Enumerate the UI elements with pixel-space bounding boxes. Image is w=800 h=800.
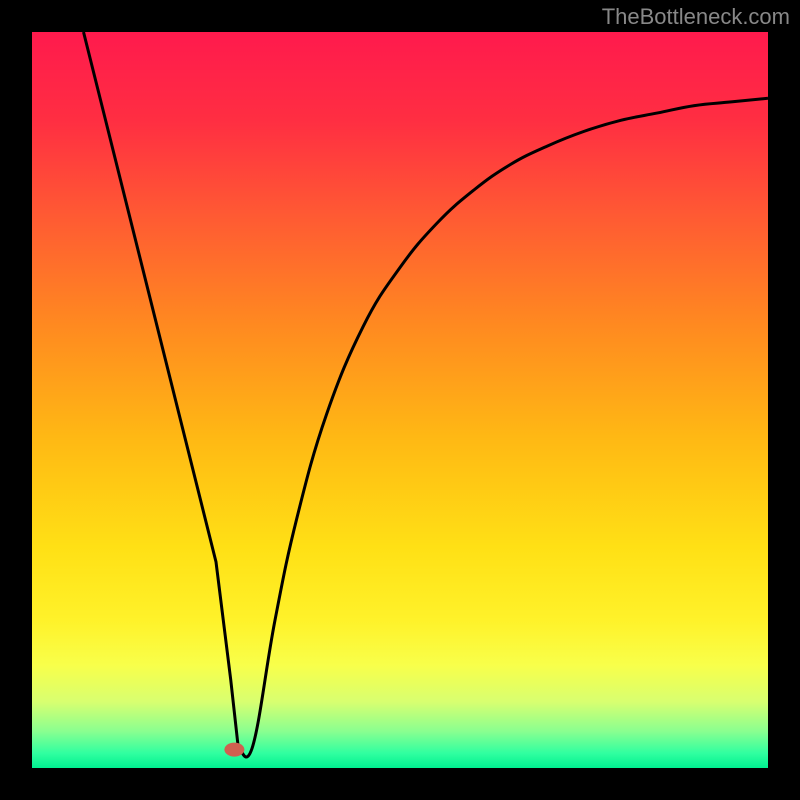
attribution-text: TheBottleneck.com — [602, 4, 790, 30]
optimal-marker — [224, 743, 244, 757]
chart-svg — [32, 32, 768, 768]
chart-area — [32, 32, 768, 768]
gradient-background — [32, 32, 768, 768]
